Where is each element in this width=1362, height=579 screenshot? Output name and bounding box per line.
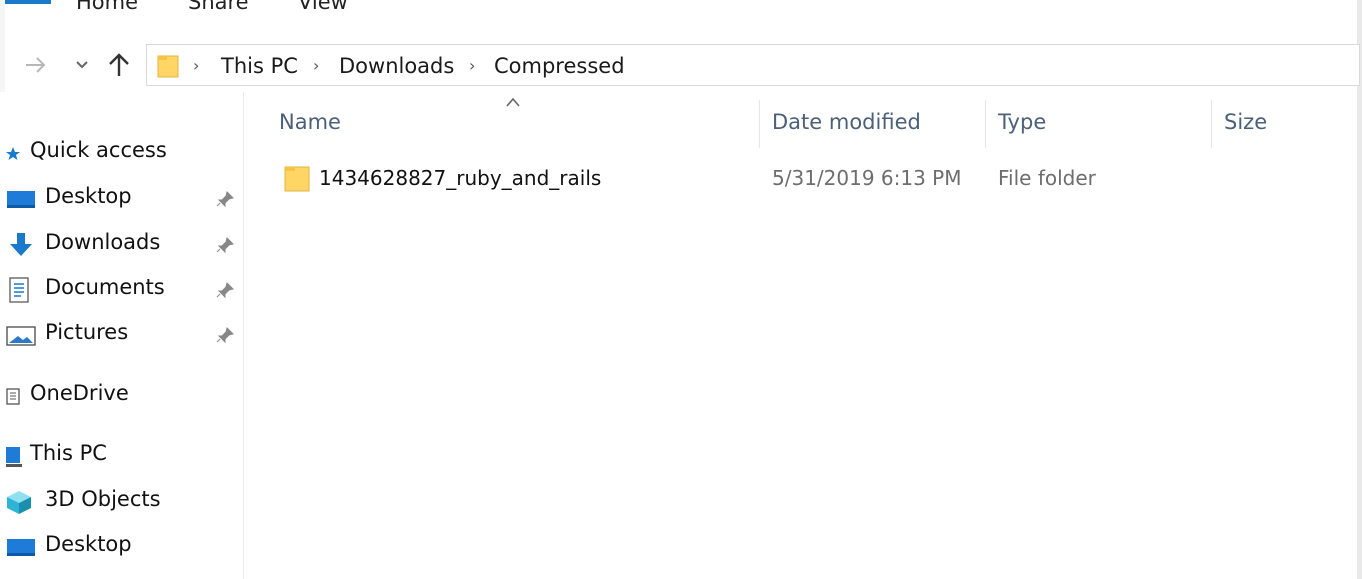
file-date-modified: 5/31/2019 6:13 PM — [772, 166, 962, 190]
pin-icon[interactable] — [215, 236, 235, 254]
column-header-type[interactable]: Type — [998, 110, 1046, 134]
ribbon: Home Share View — [0, 0, 1362, 26]
breadcrumb-downloads[interactable]: Downloads — [339, 54, 454, 78]
column-divider[interactable] — [1211, 100, 1212, 148]
column-header-size[interactable]: Size — [1224, 110, 1267, 134]
file-type: File folder — [998, 166, 1096, 190]
column-header-name[interactable]: Name — [279, 110, 341, 134]
sidebar-item-label: OneDrive — [30, 381, 129, 405]
breadcrumb-separator[interactable]: › — [193, 56, 199, 75]
sidebar-item-label: This PC — [30, 441, 107, 465]
pictures-icon — [6, 326, 36, 346]
sidebar-item-label: Desktop — [45, 184, 132, 208]
forward-arrow-icon — [26, 57, 46, 73]
sidebar-item-downloads[interactable]: Downloads — [0, 226, 243, 262]
sidebar-item-desktop[interactable]: Desktop — [0, 180, 243, 216]
forward-button[interactable] — [22, 50, 50, 80]
sidebar-item-label: Pictures — [45, 320, 129, 344]
onedrive-icon — [6, 388, 20, 405]
chevron-down-icon — [76, 61, 88, 69]
breadcrumb-separator[interactable]: › — [313, 56, 319, 75]
sidebar-item-label: Desktop — [45, 532, 132, 556]
address-bar[interactable]: › This PC › Downloads › Compressed — [146, 44, 1360, 86]
up-arrow-icon — [109, 53, 129, 76]
file-tab[interactable] — [5, 0, 51, 4]
document-icon — [9, 277, 29, 303]
file-list: Name Date modified Type Size 1434628827_… — [244, 92, 1357, 579]
tab-share[interactable]: Share — [188, 0, 249, 14]
sidebar-item-label: Documents — [45, 275, 165, 299]
column-divider[interactable] — [759, 100, 760, 148]
breadcrumb-compressed[interactable]: Compressed — [494, 54, 625, 78]
folder-icon — [157, 55, 179, 78]
folder-icon — [284, 166, 310, 192]
pin-icon[interactable] — [215, 190, 235, 208]
navigation-pane: Quick access Desktop Downloads Documents — [0, 92, 243, 579]
sidebar-item-quick-access[interactable]: Quick access — [0, 134, 243, 170]
sidebar-item-pictures[interactable]: Pictures — [0, 316, 243, 352]
desktop-icon — [7, 539, 35, 556]
sidebar-item-label: 3D Objects — [45, 487, 161, 511]
sort-ascending-icon — [506, 97, 520, 107]
desktop-icon — [7, 191, 35, 208]
sidebar-item-documents[interactable]: Documents — [0, 271, 243, 307]
star-icon — [6, 147, 20, 160]
file-name[interactable]: 1434628827_ruby_and_rails — [319, 166, 601, 190]
cube-3d-icon — [7, 491, 31, 514]
recent-locations-button[interactable] — [72, 50, 92, 80]
sidebar-item-label: Downloads — [45, 230, 161, 254]
column-divider[interactable] — [985, 100, 986, 148]
download-arrow-icon — [10, 233, 32, 256]
sidebar-item-label: Quick access — [30, 138, 167, 162]
navigation-bar: › This PC › Downloads › Compressed — [0, 40, 1362, 92]
sidebar-item-this-pc[interactable]: This PC — [0, 437, 243, 473]
table-row[interactable]: 1434628827_ruby_and_rails 5/31/2019 6:13… — [274, 160, 1354, 200]
sidebar-item-onedrive[interactable]: OneDrive — [0, 377, 243, 413]
column-header-date-modified[interactable]: Date modified — [772, 110, 921, 134]
sidebar-item-3d-objects[interactable]: 3D Objects — [0, 483, 243, 519]
tab-view[interactable]: View — [298, 0, 348, 14]
breadcrumb-separator[interactable]: › — [469, 56, 475, 75]
pin-icon[interactable] — [215, 326, 235, 344]
up-button[interactable] — [104, 50, 134, 80]
sidebar-item-desktop-pc[interactable]: Desktop — [0, 528, 243, 564]
tab-home[interactable]: Home — [76, 0, 138, 14]
breadcrumb-this-pc[interactable]: This PC — [221, 54, 298, 78]
computer-icon — [6, 447, 22, 467]
pin-icon[interactable] — [215, 281, 235, 299]
